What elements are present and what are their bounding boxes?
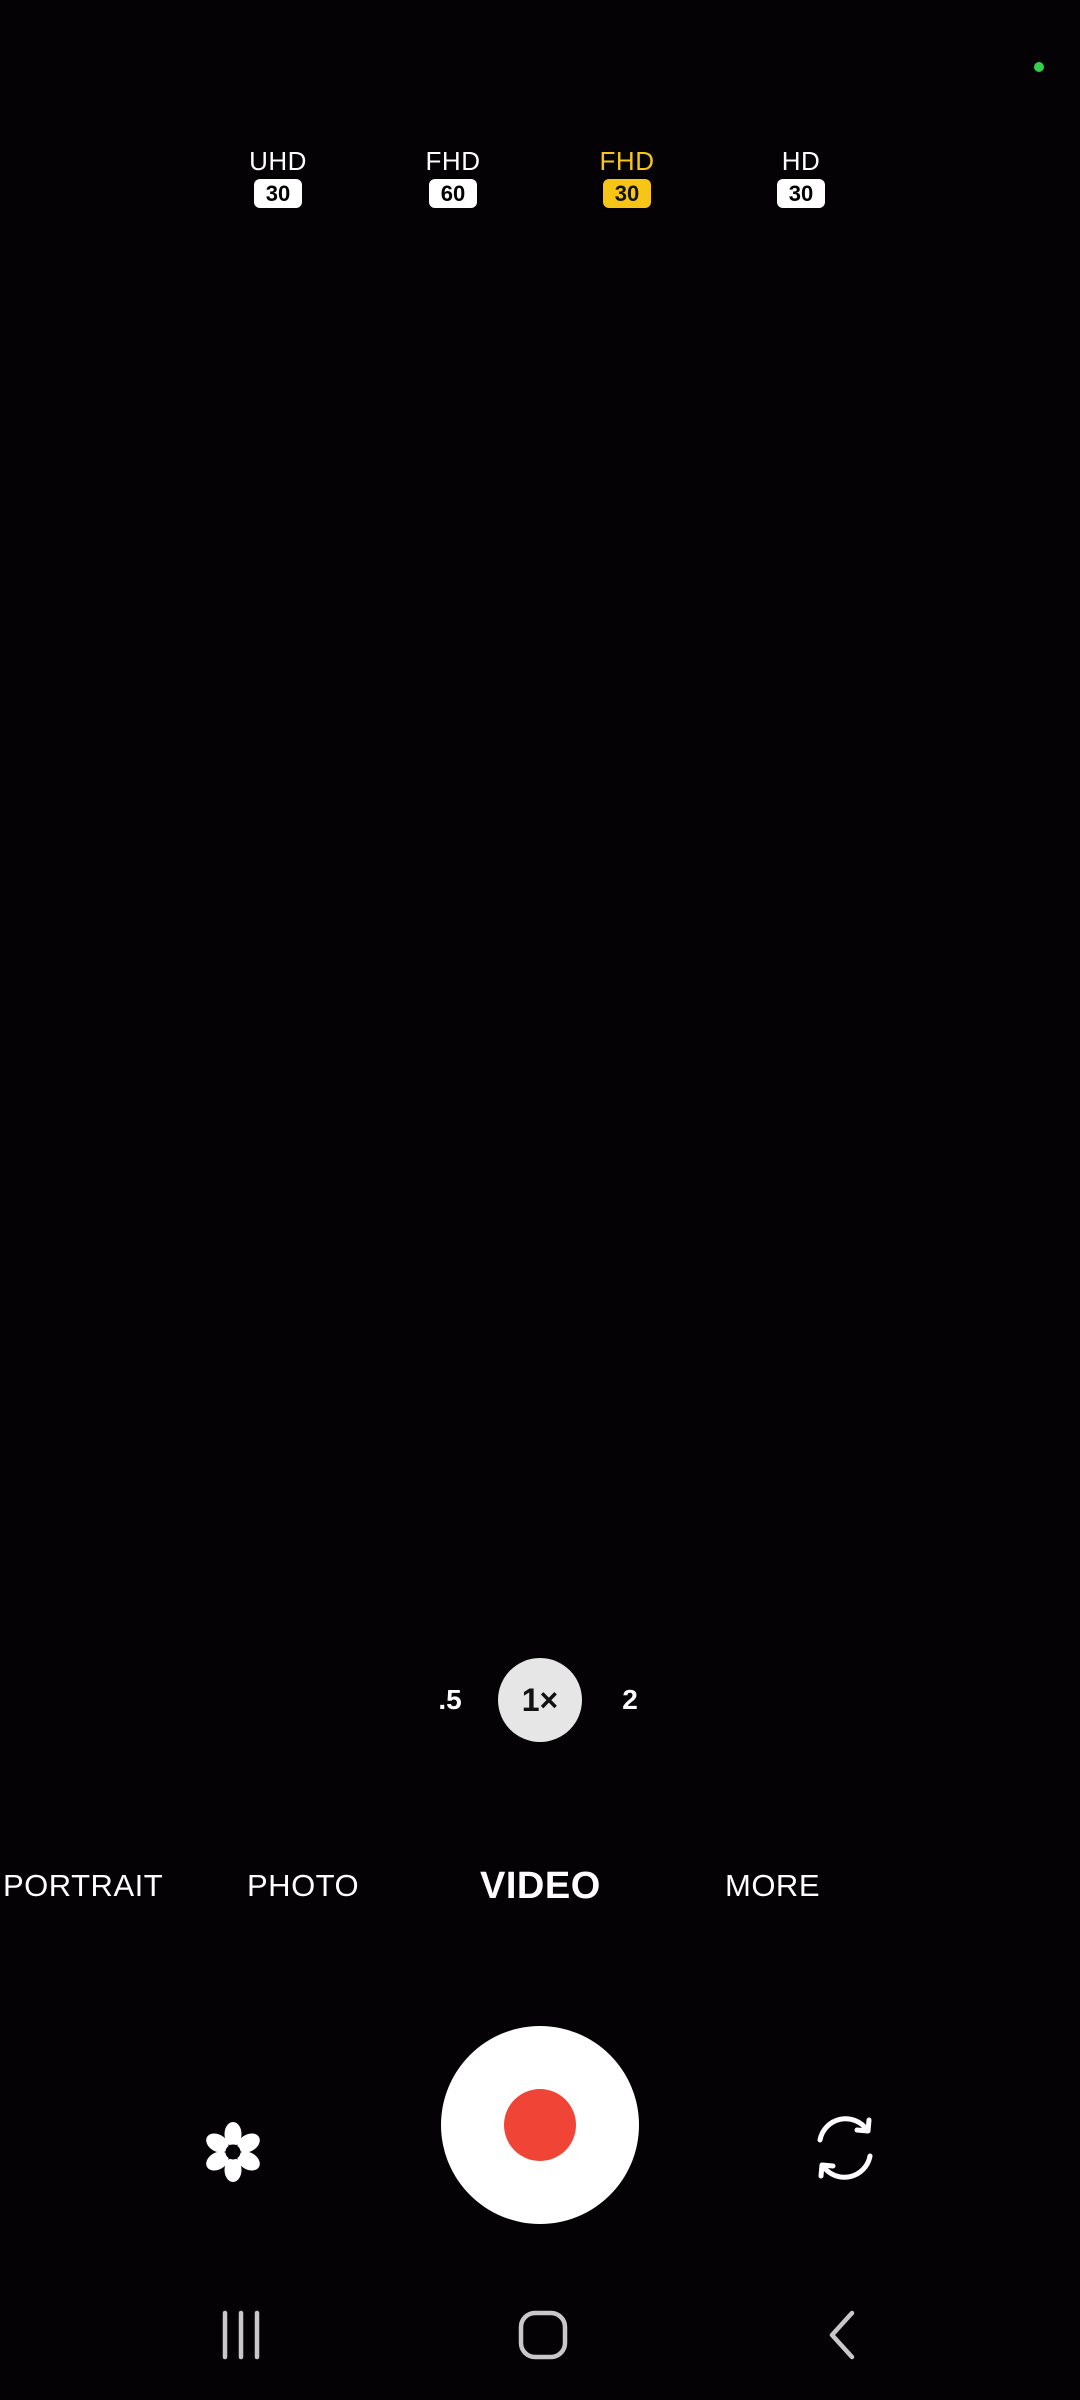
resolution-label: FHD bbox=[599, 146, 655, 176]
resolution-hd-30[interactable]: HD 30 bbox=[741, 146, 861, 208]
record-icon bbox=[504, 2089, 576, 2161]
resolution-fhd-30[interactable]: FHD 30 bbox=[567, 146, 687, 208]
mode-portrait[interactable]: PORTRAIT bbox=[3, 1862, 163, 1910]
resolution-fhd-60[interactable]: FHD 60 bbox=[393, 146, 513, 208]
fps-badge: 30 bbox=[777, 179, 825, 208]
record-button[interactable] bbox=[441, 2026, 639, 2224]
back-button[interactable] bbox=[804, 2300, 884, 2370]
back-icon bbox=[829, 2310, 855, 2360]
mode-more[interactable]: MORE bbox=[725, 1862, 820, 1910]
resolution-label: UHD bbox=[249, 146, 307, 176]
effects-flower-icon bbox=[206, 2122, 260, 2182]
recents-button[interactable] bbox=[201, 2300, 281, 2370]
zoom-1x-button[interactable]: 1× bbox=[498, 1658, 582, 1742]
privacy-indicator-dot bbox=[1034, 62, 1044, 72]
mode-video[interactable]: VIDEO bbox=[480, 1862, 601, 1910]
switch-camera-icon bbox=[817, 2116, 873, 2180]
fps-badge: 30 bbox=[254, 179, 302, 208]
recents-icon bbox=[222, 2310, 260, 2360]
fps-badge: 60 bbox=[429, 179, 477, 208]
home-button[interactable] bbox=[503, 2300, 583, 2370]
effects-button[interactable] bbox=[193, 2112, 273, 2192]
zoom-ultrawide-button[interactable]: .5 bbox=[420, 1670, 480, 1730]
fps-badge: 30 bbox=[603, 179, 651, 208]
home-icon bbox=[518, 2310, 568, 2360]
resolution-label: FHD bbox=[425, 146, 481, 176]
zoom-2x-button[interactable]: 2 bbox=[600, 1670, 660, 1730]
resolution-label: HD bbox=[781, 146, 821, 176]
switch-camera-button[interactable] bbox=[803, 2106, 887, 2190]
resolution-uhd-30[interactable]: UHD 30 bbox=[218, 146, 338, 208]
mode-photo[interactable]: PHOTO bbox=[247, 1862, 359, 1910]
